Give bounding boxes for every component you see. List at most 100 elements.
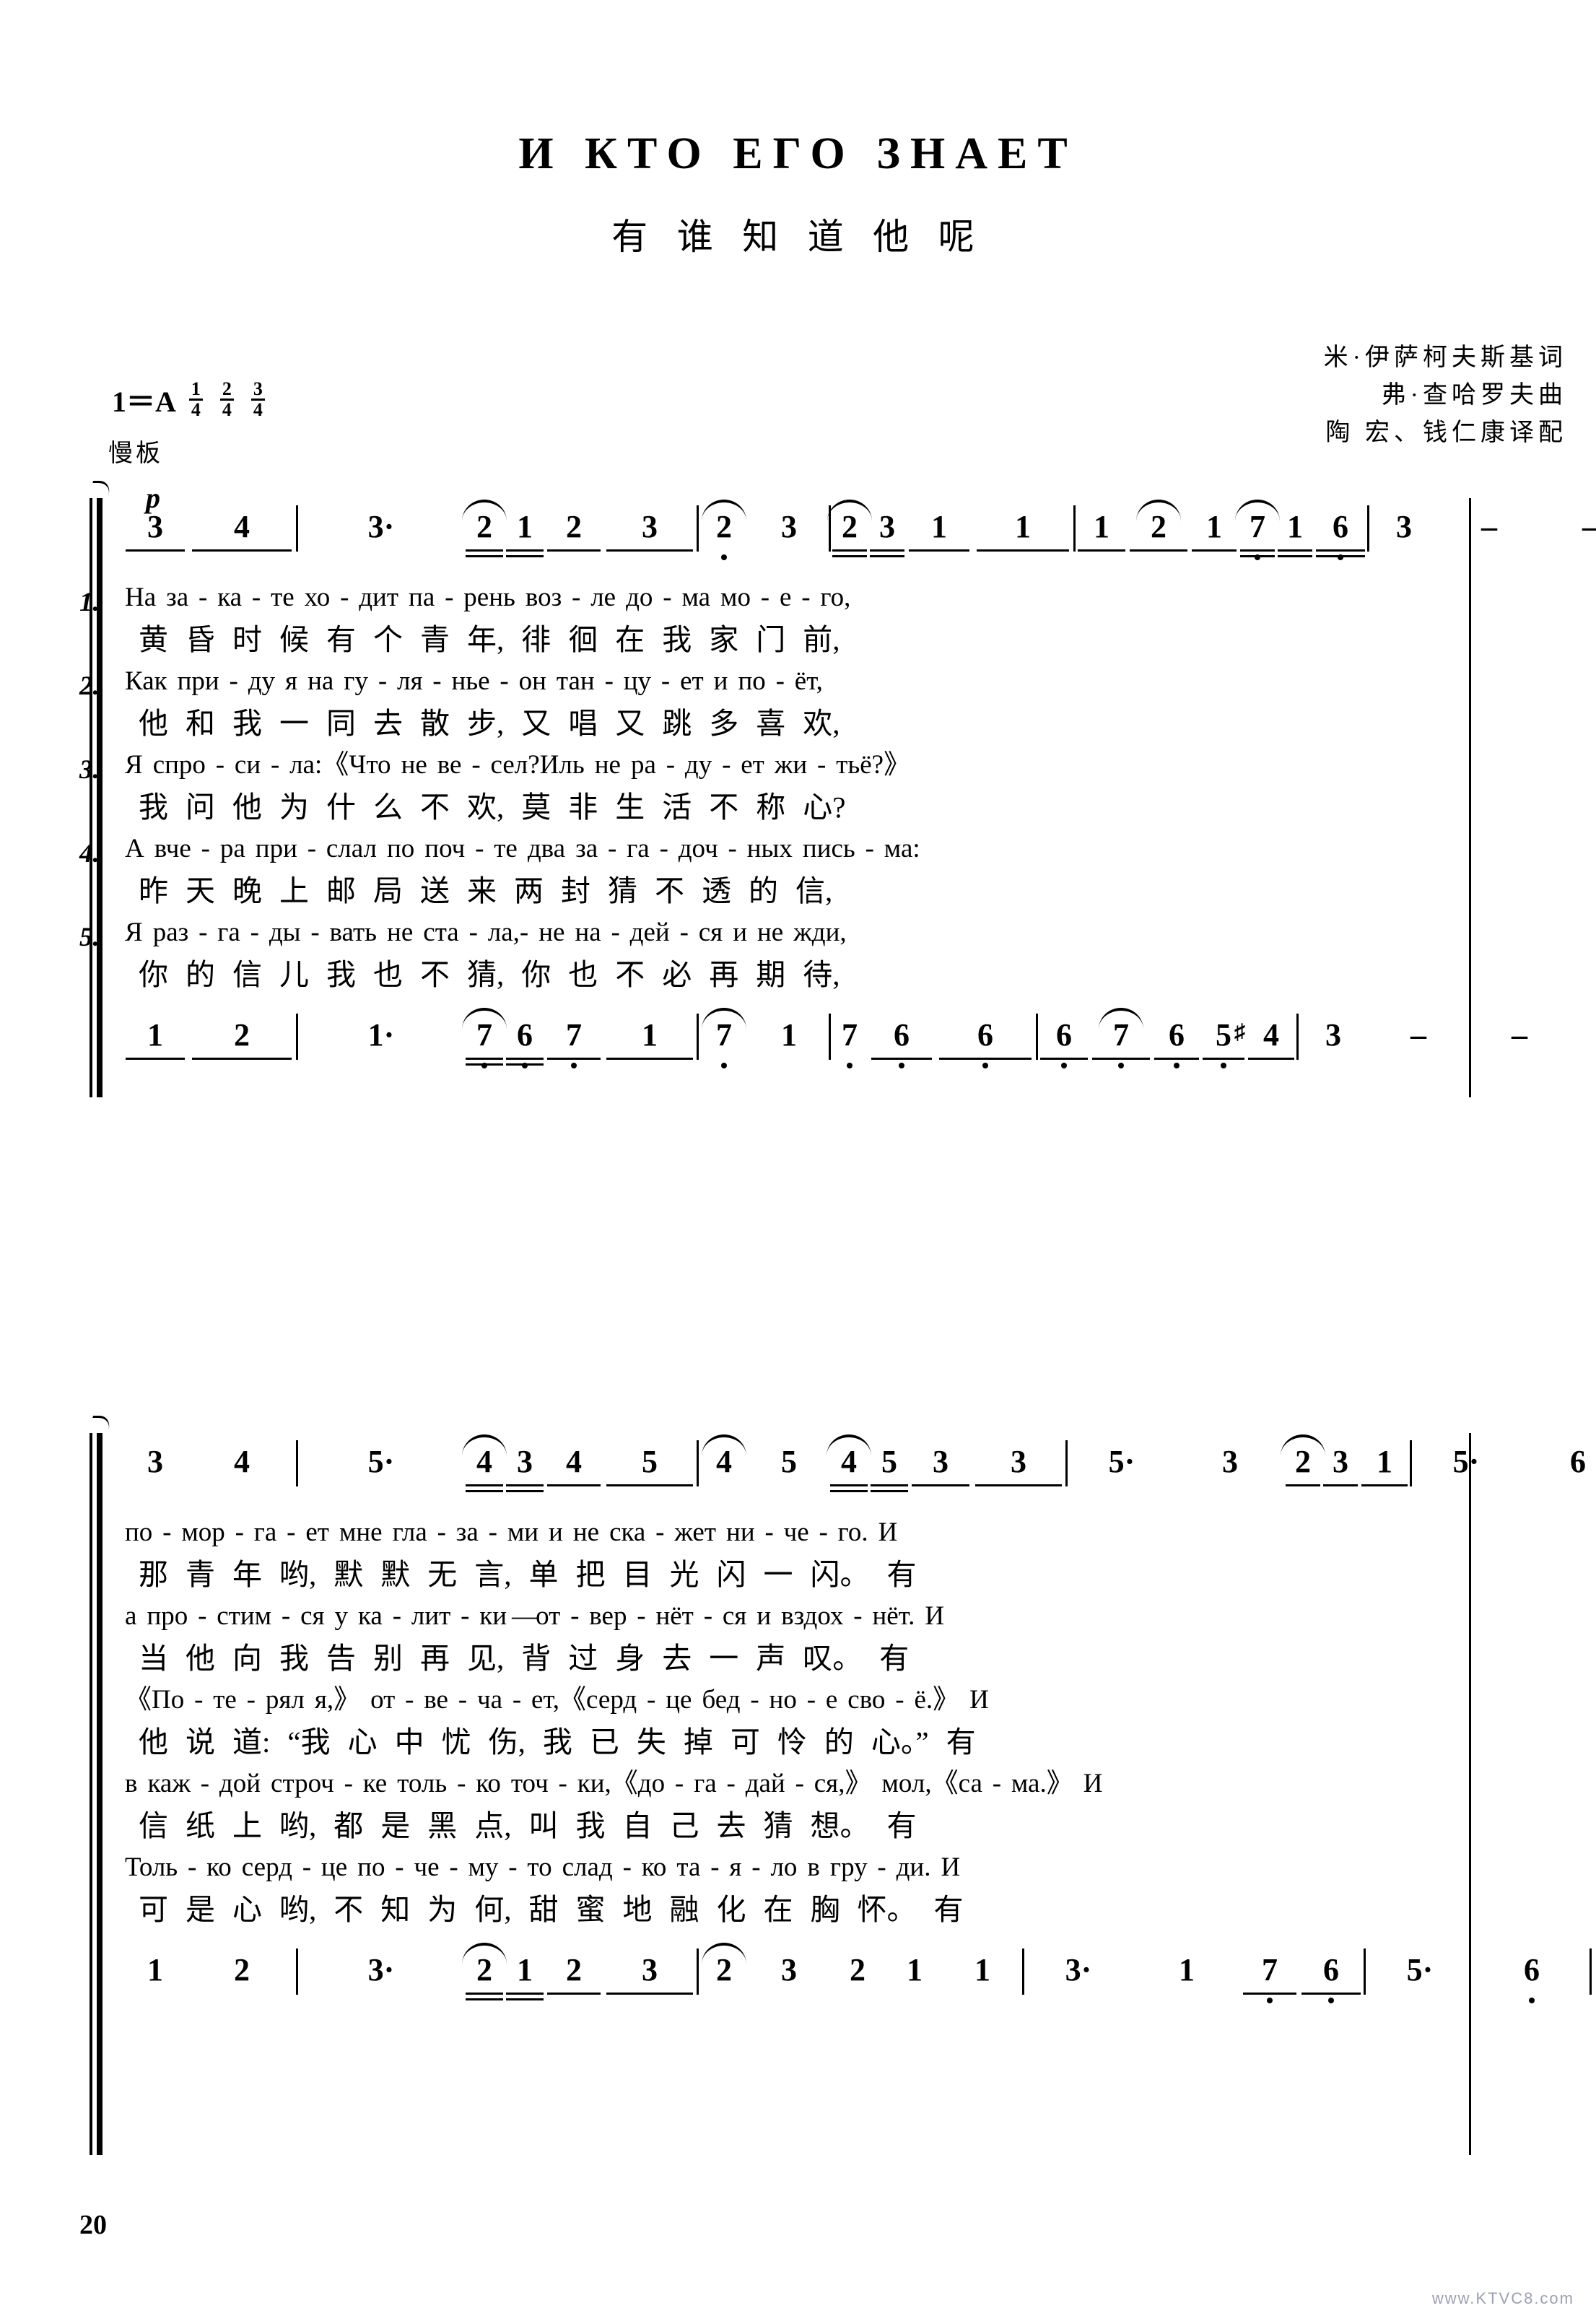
lyric-char-cn: 向: [232, 1642, 262, 1675]
note: 4: [545, 1433, 603, 1491]
lyric-syllable-ru: -: [751, 1852, 761, 1882]
lyric-syllable-ru: -: [437, 1517, 446, 1547]
lyric-char-cn: 不: [615, 958, 645, 991]
lyric-char-cn: 是: [380, 1809, 411, 1842]
lyric-syllable-ru: це: [666, 1685, 692, 1715]
slur-arc: [1281, 1434, 1325, 1456]
lyric-syllable-ru: ля: [396, 666, 423, 696]
lyric-char-cn: 猜,: [467, 958, 505, 991]
lyric-line-chinese: 我问他为什么不欢, 莫非生活不称心?: [79, 785, 1494, 829]
lyric-syllable-ru: -: [488, 1517, 497, 1547]
lyric-syllable-ru: -: [188, 1852, 197, 1882]
lyric-syllable-ru: ни: [726, 1517, 755, 1547]
lyric-syllable-ru: серд: [241, 1852, 292, 1882]
lyric-char-cn: 青: [420, 623, 450, 656]
lyric-syllable-ru: ёт,: [794, 666, 823, 696]
lyric-char-cn: 胸: [810, 1893, 840, 1926]
lyric-syllable-ru: по: [125, 1517, 153, 1547]
lyric-char-cn: 他: [186, 1642, 215, 1675]
lyric-syllable-ru: сел?Иль: [490, 750, 585, 780]
bass-line-2: 1 2 3· 2 1 2 3 2 3 2 1 1 3· 1 7 6 5· 6: [123, 1941, 1592, 2021]
lyric-syllable-ru: мол,《са: [881, 1769, 982, 1798]
credits-block: 米·伊萨柯夫斯基词 弗·查哈罗夫曲 陶 宏、钱仁康译配: [1324, 339, 1567, 452]
key-signature-line: 1＝A 1 4 2 4 3 4: [112, 378, 269, 420]
lyric-char-cn: 的: [186, 958, 215, 991]
lyric-char-cn: 点,: [474, 1809, 512, 1842]
note: 4: [827, 1433, 871, 1491]
lyric-syllable-ru: -: [475, 834, 484, 863]
lyric-syllable-ru: но: [769, 1685, 797, 1715]
lyric-syllable-ru: -: [728, 834, 737, 863]
lyric-syllable-ru: на: [575, 918, 601, 947]
lyric-char-cn: 我: [326, 958, 356, 991]
note: 3: [910, 1433, 972, 1491]
lyric-syllable-ru: -: [461, 1601, 470, 1631]
note: 6: [1474, 1941, 1590, 2003]
lyric-syllable-ru: я,》: [314, 1685, 361, 1715]
note: 2: [462, 498, 507, 556]
lyric-char-cn: 不: [420, 791, 450, 824]
note: 1: [123, 1006, 188, 1064]
lyric-char-cn: 言,: [474, 1558, 512, 1591]
lyric-char-cn: 心。”: [871, 1725, 929, 1759]
note: 1: [603, 1006, 697, 1064]
melody-line-1: 343·21232323111217163––: [123, 498, 1596, 578]
lyric-char-cn: 猜: [608, 874, 637, 907]
lyric-syllable-ru: поч: [424, 834, 466, 863]
lyric-syllable-ru: -: [458, 1685, 468, 1715]
lyric-syllable-ru: и: [756, 1601, 772, 1631]
lyric-char-cn: 一: [763, 1558, 793, 1591]
note: 2: [462, 1941, 507, 1999]
lyric-syllable-ru: при: [255, 834, 297, 863]
note: 4: [234, 1444, 250, 1479]
lyric-syllable-ru: каж: [147, 1769, 191, 1798]
note: 6: [505, 1006, 545, 1068]
lyric-syllable-ru: га: [627, 834, 650, 863]
lyric-char-cn: 蜜: [575, 1893, 606, 1926]
lyric-syllable-ru: ве: [437, 750, 462, 780]
note: 3·: [367, 1952, 395, 1987]
lyric-syllable-ru: -: [703, 1601, 713, 1631]
note: 3: [972, 1433, 1065, 1491]
slur-arc: [1136, 500, 1181, 521]
lyric-char-cn: 身: [615, 1642, 645, 1675]
lyric-char-cn: 单: [528, 1558, 559, 1591]
lyric-syllable-ru: и: [733, 918, 747, 947]
note: 6: [1314, 498, 1367, 560]
lyric-char-cn: 多: [709, 707, 739, 740]
lyric-char-cn: 昨: [139, 874, 168, 907]
lyric-syllable-ru: ла:《Что: [289, 750, 391, 780]
lyric-char-cn: 的: [749, 874, 778, 907]
lyric-syllable-ru: И: [925, 1601, 945, 1631]
lyric-syllable-ru: ет: [741, 750, 764, 780]
lyric-syllable-ru: -: [674, 1769, 684, 1798]
lyric-syllable-ru: нёт: [655, 1601, 694, 1631]
lyric-char-cn: 不: [655, 874, 684, 907]
lyric-char-cn: 闪: [716, 1558, 746, 1591]
lyric-line-russian: 3. Яспро - си - ла:《Что не ве - сел?Иль не ра - ду - ет…: [79, 745, 1494, 785]
lyric-char-cn: 徘: [521, 623, 551, 656]
note: 5: [869, 1433, 910, 1491]
lyric-syllable-ru: -: [570, 1601, 580, 1631]
note: 2: [545, 498, 603, 556]
lyric-syllable-ru: -: [572, 583, 581, 612]
note: 1: [147, 1952, 163, 1987]
lyric-char-cn: 为: [427, 1893, 458, 1926]
lyric-char-cn: 又: [615, 707, 645, 740]
lyric-char-cn: 儿: [279, 958, 309, 991]
lyric-syllable-ru: -: [659, 834, 668, 863]
lyric-syllable-ru: га: [253, 1517, 277, 1547]
lyric-syllable-ru: ди.: [896, 1852, 931, 1882]
note: 1·: [367, 1017, 395, 1053]
lyric-syllable-ru: стим: [217, 1601, 272, 1631]
credit-lyricist: 米·伊萨柯夫斯基词: [1323, 344, 1567, 371]
verse-row-7: а про - стим - ся у ка - лит - ки —от - вер - нёт - ся и взд…: [79, 1596, 1494, 1680]
verse-row-10: Толь - ко серд - це по - че - му - то слад - ко та - я - ло в…: [79, 1847, 1494, 1931]
lyric-syllable-ru: те: [271, 583, 295, 612]
lyric-line-chinese: 信纸上哟, 都是黑点, 叫我自己去猜想。有: [79, 1804, 1494, 1847]
note: 5: [603, 1433, 697, 1491]
lyric-syllable-ru: та: [676, 1852, 701, 1882]
lyric-char-cn: 我: [575, 1809, 606, 1842]
note: –: [1410, 1017, 1426, 1053]
lyric-syllable-ru: до: [626, 583, 653, 612]
